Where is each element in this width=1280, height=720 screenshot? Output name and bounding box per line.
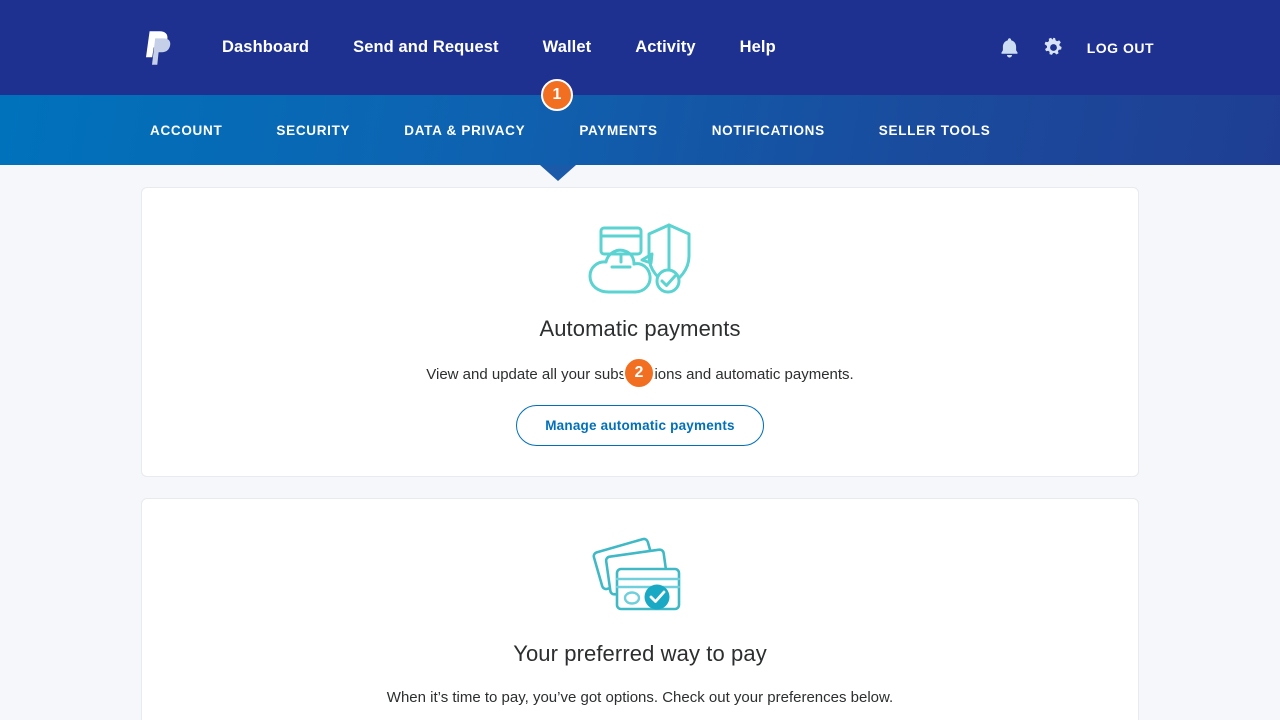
card-title: Automatic payments: [539, 316, 741, 341]
header-actions: LOG OUT: [999, 0, 1154, 95]
subnav-item-notifications[interactable]: NOTIFICATIONS: [685, 123, 852, 138]
manage-automatic-payments-button[interactable]: Manage automatic payments: [516, 405, 764, 446]
nav-item-dashboard[interactable]: Dashboard: [200, 38, 331, 57]
bell-icon: [1001, 38, 1018, 58]
notifications-button[interactable]: [999, 37, 1021, 59]
paypal-logo-icon[interactable]: [142, 28, 176, 68]
cloud-card-shield-check-icon: [162, 216, 1118, 300]
primary-nav: Dashboard Send and Request Wallet Activi…: [200, 38, 798, 57]
primary-header: Dashboard Send and Request Wallet Activi…: [0, 0, 1280, 95]
card-title: Your preferred way to pay: [513, 641, 767, 666]
step-badge-1: 1: [541, 79, 573, 111]
main-content: Automatic payments View and update all y…: [0, 165, 1280, 720]
subnav-item-seller-tools[interactable]: SELLER TOOLS: [852, 123, 1018, 138]
automatic-payments-card: Automatic payments View and update all y…: [141, 187, 1139, 477]
gear-icon: [1044, 37, 1062, 55]
subnav-item-data-and-privacy[interactable]: DATA & PRIVACY: [377, 123, 552, 138]
nav-item-activity[interactable]: Activity: [613, 38, 717, 57]
nav-item-send-and-request[interactable]: Send and Request: [331, 38, 521, 57]
step-badge-2: 2: [623, 357, 655, 389]
stacked-payment-cards-check-icon: [162, 527, 1118, 623]
secondary-nav: ACCOUNT SECURITY DATA & PRIVACY PAYMENTS…: [0, 95, 1280, 165]
nav-item-wallet[interactable]: Wallet: [521, 38, 614, 57]
subnav-item-payments[interactable]: PAYMENTS: [552, 123, 684, 138]
card-description: When it’s time to pay, you’ve got option…: [386, 689, 894, 706]
logout-button[interactable]: LOG OUT: [1087, 40, 1154, 56]
subnav-item-security[interactable]: SECURITY: [249, 123, 377, 138]
settings-button[interactable]: [1043, 37, 1065, 59]
nav-item-help[interactable]: Help: [718, 38, 798, 57]
subnav-item-account[interactable]: ACCOUNT: [150, 123, 249, 138]
paypal-logo-icon: [146, 30, 171, 65]
secondary-nav-bar: ACCOUNT SECURITY DATA & PRIVACY PAYMENTS…: [0, 95, 1280, 181]
preferred-way-to-pay-card: Your preferred way to pay When it’s time…: [141, 498, 1139, 720]
